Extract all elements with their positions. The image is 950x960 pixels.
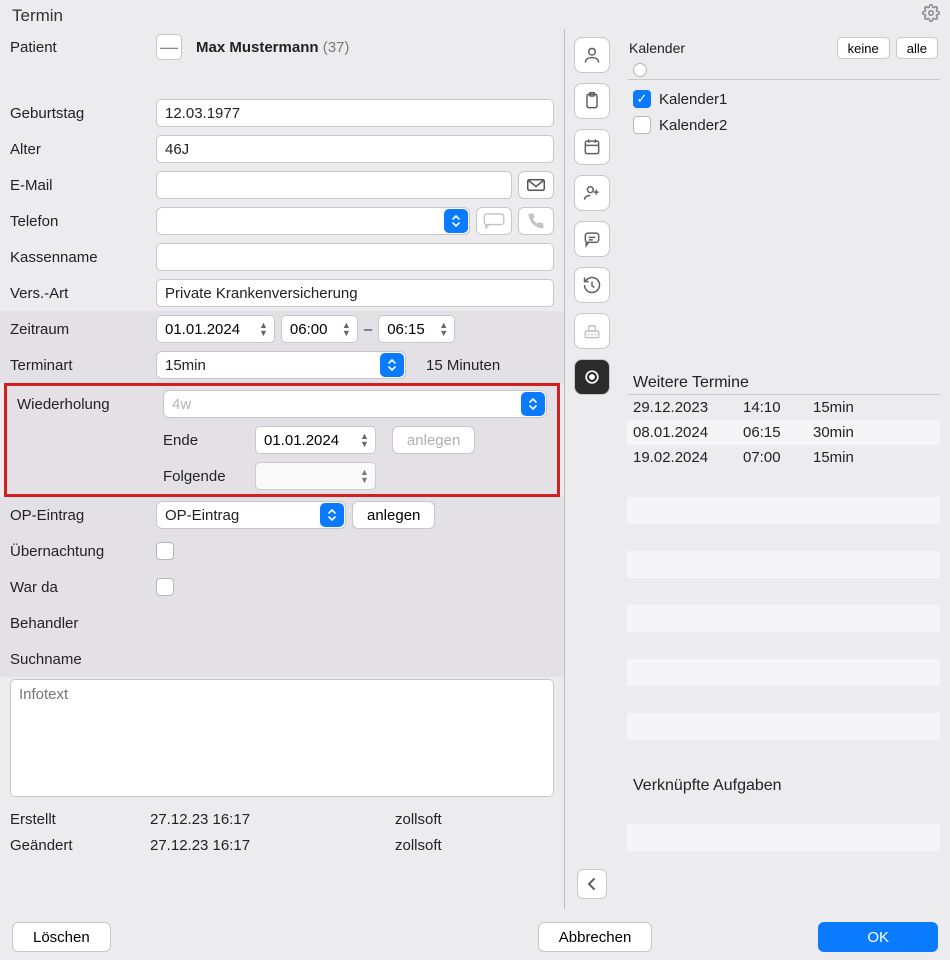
timeslot-label: Zeitraum xyxy=(10,321,150,338)
chevron-updown-icon xyxy=(521,392,545,416)
birthday-input[interactable] xyxy=(156,99,554,127)
time-dash: – xyxy=(364,321,372,338)
sms-button[interactable] xyxy=(476,207,512,235)
window-title: Termin xyxy=(12,6,63,26)
overnight-label: Übernachtung xyxy=(10,543,150,560)
phone-label: Telefon xyxy=(10,213,150,230)
end-time-stepper[interactable]: ▲▼ xyxy=(378,315,455,343)
calendar-tab-button[interactable] xyxy=(574,129,610,165)
send-email-button[interactable] xyxy=(518,171,554,199)
was-there-checkbox[interactable] xyxy=(156,578,174,596)
insurance-type-label: Vers.-Art xyxy=(10,285,150,302)
patient-name: Max Mustermann xyxy=(196,39,319,56)
appointment-type-label: Terminart xyxy=(10,357,150,374)
calendar-filter-radio[interactable] xyxy=(633,63,647,77)
calendar-checkbox[interactable]: ✓ xyxy=(633,90,651,108)
repeat-end-label: Ende xyxy=(163,432,249,449)
chat-tab-button[interactable] xyxy=(574,221,610,257)
patient-tab-button[interactable] xyxy=(574,37,610,73)
register-tab-button[interactable] xyxy=(574,313,610,349)
delete-button[interactable]: Löschen xyxy=(12,922,111,952)
target-tab-button[interactable] xyxy=(574,359,610,395)
more-appointments-title: Weitere Termine xyxy=(627,368,940,395)
date-stepper[interactable]: ▲▼ xyxy=(156,315,275,343)
appointment-row[interactable]: 08.01.2024 06:15 30min xyxy=(627,420,940,445)
insurance-name-label: Kassenname xyxy=(10,249,150,266)
calendar-list: ✓ Kalender1 Kalender2 xyxy=(627,82,940,138)
gear-icon[interactable] xyxy=(922,4,940,27)
repeat-select[interactable]: 4w xyxy=(163,390,547,418)
created-label: Erstellt xyxy=(10,807,150,833)
calendar-header-label: Kalender xyxy=(629,40,685,56)
chevron-updown-icon xyxy=(444,209,468,233)
was-there-label: War da xyxy=(10,579,150,596)
repeat-label: Wiederholung xyxy=(17,396,157,413)
op-entry-select[interactable]: OP-Eintrag xyxy=(156,501,346,529)
practitioner-label: Behandler xyxy=(10,615,150,632)
appointment-row[interactable]: 29.12.2023 14:10 15min xyxy=(627,395,940,420)
select-all-button[interactable]: alle xyxy=(896,37,938,59)
calendar-name: Kalender1 xyxy=(659,91,727,108)
modified-at: 27.12.23 16:17 xyxy=(150,833,395,859)
email-input[interactable] xyxy=(156,171,512,199)
history-tab-button[interactable] xyxy=(574,267,610,303)
patient-label: Patient xyxy=(10,39,150,56)
select-none-button[interactable]: keine xyxy=(837,37,890,59)
insurance-name-input[interactable] xyxy=(156,243,554,271)
patient-status-icon[interactable]: — xyxy=(156,34,182,60)
chevron-updown-icon xyxy=(320,503,344,527)
created-by: zollsoft xyxy=(395,807,442,833)
op-entry-label: OP-Eintrag xyxy=(10,507,150,524)
calendar-checkbox[interactable] xyxy=(633,116,651,134)
modified-by: zollsoft xyxy=(395,833,442,859)
appointment-row[interactable]: 19.02.2024 07:00 15min xyxy=(627,445,940,470)
ok-button[interactable]: OK xyxy=(818,922,938,952)
collapse-panel-button[interactable] xyxy=(577,869,607,899)
repeat-following-stepper[interactable]: ▲▼ xyxy=(255,462,376,490)
call-button[interactable] xyxy=(518,207,554,235)
linked-tasks-title: Verknüpfte Aufgaben xyxy=(627,771,940,797)
repeat-following-label: Folgende xyxy=(163,468,249,485)
appointment-type-select[interactable]: 15min xyxy=(156,351,406,379)
age-input[interactable] xyxy=(156,135,554,163)
clipboard-tab-button[interactable] xyxy=(574,83,610,119)
add-person-tab-button[interactable] xyxy=(574,175,610,211)
overnight-checkbox[interactable] xyxy=(156,542,174,560)
patient-age-suffix: (37) xyxy=(323,39,350,56)
insurance-type-input[interactable] xyxy=(156,279,554,307)
calendar-item[interactable]: Kalender2 xyxy=(633,112,938,138)
searchname-label: Suchname xyxy=(10,651,150,668)
start-time-stepper[interactable]: ▲▼ xyxy=(281,315,358,343)
calendar-item[interactable]: ✓ Kalender1 xyxy=(633,86,938,112)
infotext-textarea[interactable] xyxy=(10,679,554,797)
email-label: E-Mail xyxy=(10,177,150,194)
age-label: Alter xyxy=(10,141,150,158)
repeat-end-stepper[interactable]: ▲▼ xyxy=(255,426,376,454)
calendar-name: Kalender2 xyxy=(659,117,727,134)
created-at: 27.12.23 16:17 xyxy=(150,807,395,833)
phone-select[interactable] xyxy=(156,207,470,235)
repeat-create-button[interactable]: anlegen xyxy=(392,426,475,454)
op-entry-create-button[interactable]: anlegen xyxy=(352,501,435,529)
chevron-updown-icon xyxy=(380,353,404,377)
birthday-label: Geburtstag xyxy=(10,105,150,122)
modified-label: Geändert xyxy=(10,833,150,859)
cancel-button[interactable]: Abbrechen xyxy=(538,922,653,952)
duration-label: 15 Minuten xyxy=(426,357,500,374)
